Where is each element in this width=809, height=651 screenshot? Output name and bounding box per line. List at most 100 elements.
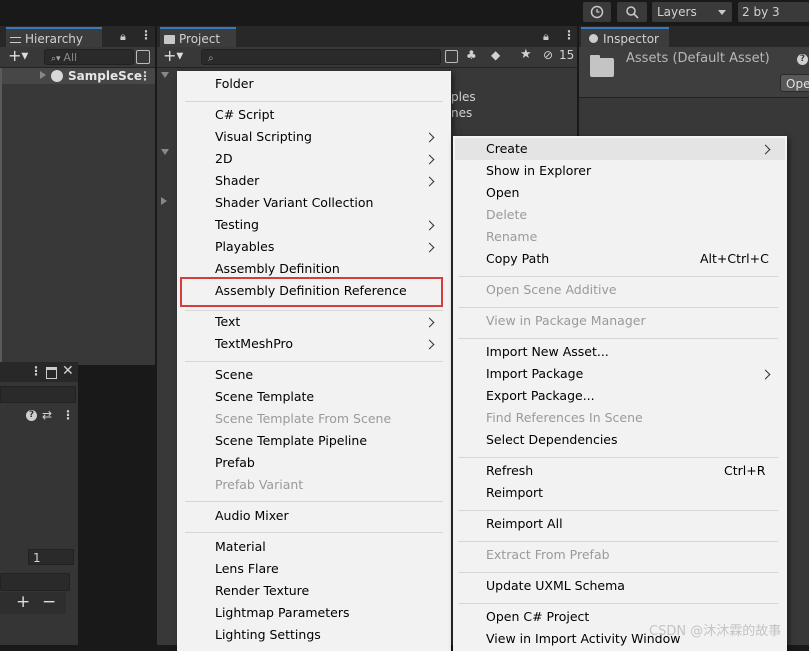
close-icon[interactable]: ✕ (62, 363, 74, 379)
expand-arrow-icon[interactable] (40, 71, 46, 79)
menu-separator (185, 532, 443, 533)
more-options-icon[interactable]: ⋮ (563, 28, 575, 42)
menu-item-testing[interactable]: Testing (215, 214, 259, 236)
tab-inspector[interactable]: Inspector (581, 27, 669, 48)
expand-arrow-icon[interactable] (161, 72, 169, 78)
favorite-star-icon[interactable]: ★ (520, 47, 532, 62)
submenu-arrow-icon (424, 132, 435, 143)
scene-row[interactable]: SampleSce ⋮ (0, 68, 155, 84)
folder-icon (164, 35, 175, 44)
hierarchy-search-input[interactable]: ⌕▾ All (44, 49, 134, 65)
menu-item-copy-path[interactable]: Copy Path (486, 248, 549, 270)
search-button[interactable] (617, 2, 647, 22)
layers-label: Layers (657, 5, 697, 19)
menu-item-shader-variant-collection[interactable]: Shader Variant Collection (215, 192, 373, 214)
watermark: CSDN @沐沐霖的故事 (649, 624, 782, 639)
asset-label: nes (451, 106, 473, 120)
submenu-arrow-icon (424, 317, 435, 328)
menu-item-prefab[interactable]: Prefab (215, 452, 255, 474)
submenu-arrow-icon (424, 220, 435, 231)
help-icon[interactable]: ? (797, 54, 808, 65)
search-mode-icon[interactable] (445, 50, 458, 63)
more-options-icon[interactable]: ⋮ (30, 364, 42, 378)
menu-item-folder[interactable]: Folder (215, 73, 254, 95)
menu-item-show-in-explorer[interactable]: Show in Explorer (486, 160, 591, 182)
menu-item-prefab-variant: Prefab Variant (215, 477, 304, 492)
unity-scene-icon (51, 70, 63, 82)
menu-item-text[interactable]: Text (215, 311, 240, 333)
lock-icon[interactable]: 🔒︎ (120, 30, 126, 44)
menu-item-textmeshpro[interactable]: TextMeshPro (215, 333, 293, 355)
chevron-down-icon: ▼ (21, 51, 29, 62)
more-options-icon[interactable]: ⋮ (62, 408, 74, 422)
more-options-icon[interactable]: ⋮ (140, 28, 152, 42)
menu-item-import-package[interactable]: Import Package (486, 363, 583, 385)
menu-item-open-csharp-project[interactable]: Open C# Project (486, 606, 589, 628)
filter-label-icon[interactable]: ◆ (491, 48, 500, 62)
menu-item-shader[interactable]: Shader (215, 170, 259, 192)
project-search-input[interactable]: ⌕ (201, 49, 441, 65)
scene-visibility-icon[interactable] (136, 50, 150, 64)
layers-dropdown[interactable]: Layers (652, 2, 732, 22)
menu-item-lighting-settings[interactable]: Lighting Settings (215, 624, 321, 646)
menu-item-render-texture[interactable]: Render Texture (215, 580, 309, 602)
menu-item-create[interactable]: Create (486, 138, 528, 160)
menu-item-2d[interactable]: 2D (215, 148, 233, 170)
menu-item-open-scene-additive: Open Scene Additive (486, 282, 617, 297)
open-button[interactable]: Ope (780, 74, 809, 92)
menu-item-find-references: Find References In Scene (486, 410, 643, 425)
help-icon[interactable]: ? (26, 410, 37, 421)
scene-more-icon[interactable]: ⋮ (139, 68, 151, 84)
highlight-box (180, 277, 443, 307)
menu-item-playables[interactable]: Playables (215, 236, 274, 258)
menu-item-scene[interactable]: Scene (215, 364, 253, 386)
menu-separator (185, 101, 443, 102)
menu-item-reimport[interactable]: Reimport (486, 482, 543, 504)
create-submenu: Folder C# Script Visual Scripting 2D Sha… (177, 71, 451, 651)
left-bottom-field[interactable] (0, 386, 76, 403)
add-remove-bar: + − (0, 592, 66, 614)
menu-separator (458, 510, 778, 511)
search-icon: ⌕ (208, 53, 214, 64)
maximize-icon[interactable] (46, 367, 57, 379)
menu-item-reimport-all[interactable]: Reimport All (486, 513, 563, 535)
left-bottom-wide-field[interactable] (0, 573, 70, 591)
filter-type-icon[interactable]: ♣ (466, 48, 477, 62)
menu-item-audio-mixer[interactable]: Audio Mixer (215, 505, 289, 527)
number-field[interactable]: 1 (28, 549, 74, 565)
tab-hierarchy[interactable]: Hierarchy (6, 27, 102, 48)
hierarchy-left-strip (0, 68, 2, 365)
submenu-arrow-icon (424, 339, 435, 350)
menu-item-export-package[interactable]: Export Package... (486, 385, 595, 407)
project-add-button[interactable]: +▼ (163, 48, 191, 66)
menu-item-refresh[interactable]: Refresh (486, 460, 533, 482)
menu-item-delete: Delete (486, 207, 528, 222)
preset-icon[interactable]: ⇄ (42, 408, 52, 422)
menu-item-scene-template-pipeline[interactable]: Scene Template Pipeline (215, 430, 367, 452)
hierarchy-search-placeholder: All (63, 51, 78, 64)
history-button[interactable] (583, 2, 611, 22)
add-button[interactable]: + (16, 592, 30, 612)
menu-item-csharp-script[interactable]: C# Script (215, 104, 274, 126)
lock-icon[interactable]: 🔒︎ (543, 30, 549, 44)
expand-arrow-icon[interactable] (161, 149, 169, 155)
menu-item-visual-scripting[interactable]: Visual Scripting (215, 126, 312, 148)
layout-dropdown[interactable]: 2 by 3 (738, 2, 809, 22)
search-icon (626, 6, 639, 19)
menu-item-open[interactable]: Open (486, 182, 519, 204)
folder-icon (590, 58, 614, 77)
hierarchy-add-button[interactable]: +▼ (8, 48, 36, 66)
menu-item-select-dependencies[interactable]: Select Dependencies (486, 429, 618, 451)
menu-item-lens-flare[interactable]: Lens Flare (215, 558, 279, 580)
expand-arrow-icon[interactable] (161, 197, 167, 205)
menu-item-update-uxml-schema[interactable]: Update UXML Schema (486, 575, 625, 597)
menu-separator (458, 276, 778, 277)
menu-item-scene-template[interactable]: Scene Template (215, 386, 314, 408)
menu-item-material[interactable]: Material (215, 536, 266, 558)
remove-button[interactable]: − (42, 592, 56, 612)
tab-project[interactable]: Project (160, 27, 236, 48)
menu-item-import-new-asset[interactable]: Import New Asset... (486, 341, 609, 363)
menu-item-lightmap-parameters[interactable]: Lightmap Parameters (215, 602, 350, 624)
hierarchy-list-icon (10, 36, 21, 43)
hidden-packages-icon[interactable]: ⊘ (543, 48, 553, 62)
